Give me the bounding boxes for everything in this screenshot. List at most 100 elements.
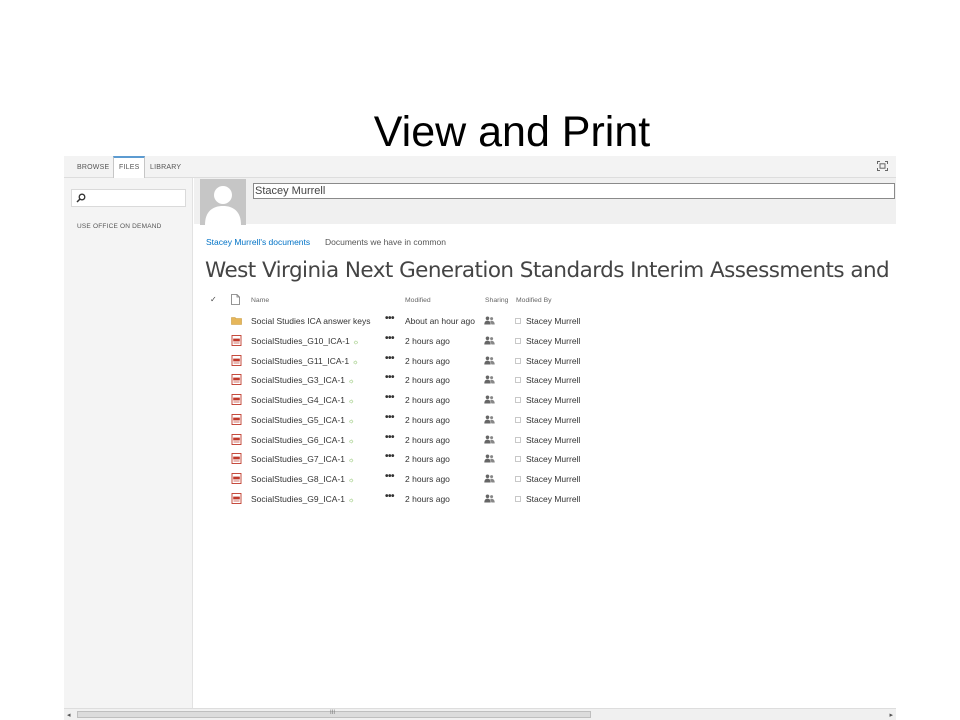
sharing-people-icon[interactable]	[484, 494, 495, 503]
sharing-people-icon[interactable]	[484, 474, 495, 483]
presence-indicator-icon	[515, 476, 521, 482]
presence-indicator-icon	[515, 456, 521, 463]
library-title: West Virginia Next Generation Standards …	[205, 258, 896, 283]
sharing-people-icon[interactable]	[484, 454, 495, 463]
scroll-left-arrow-icon[interactable]: ◂	[67, 711, 71, 719]
modified-by-link[interactable]: Stacey Murrell	[526, 435, 580, 445]
scrollbar-thumb[interactable]: III	[77, 710, 591, 718]
table-row[interactable]: Social Studies ICA answer keys ••• About a…	[64, 312, 896, 332]
scroll-right-arrow-icon[interactable]: ▸	[889, 711, 893, 719]
office-on-demand-link[interactable]: USE OFFICE ON DEMAND	[77, 223, 162, 230]
tab-library[interactable]: LIBRARY	[150, 156, 181, 178]
pdf-file-icon	[231, 473, 242, 484]
pdf-file-icon	[231, 433, 242, 445]
modified-time: 2 hours ago	[405, 395, 450, 405]
my-documents-link[interactable]: Stacey Murrell's documents	[206, 237, 310, 247]
table-row[interactable]: SocialStudies_G9_ICA-1 ☼ ••• 2 hours ago Sta…	[64, 490, 896, 510]
tab-files[interactable]: FILES	[113, 156, 146, 178]
file-name-link[interactable]: SocialStudies_G4_ICA-1 ☼	[251, 395, 354, 405]
sharing-people-icon[interactable]	[484, 316, 495, 325]
sharing-people-icon[interactable]	[484, 336, 495, 345]
file-name[interactable]: SocialStudies_G6_ICA-1	[251, 435, 345, 445]
modified-by-link[interactable]: Stacey Murrell	[526, 474, 580, 484]
file-name-link[interactable]: SocialStudies_G8_ICA-1 ☼	[251, 474, 354, 484]
new-item-icon: ☼	[348, 437, 355, 445]
file-name[interactable]: SocialStudies_G7_ICA-1	[251, 454, 345, 464]
column-header-sharing[interactable]: Sharing	[485, 297, 508, 304]
file-name[interactable]: SocialStudies_G8_ICA-1	[251, 474, 345, 484]
file-name[interactable]: SocialStudies_G4_ICA-1	[251, 395, 345, 405]
file-name[interactable]: Social Studies ICA answer keys	[251, 316, 371, 326]
sharing-people-icon[interactable]	[484, 435, 495, 444]
modified-by-link[interactable]: Stacey Murrell	[526, 494, 580, 504]
table-row[interactable]: SocialStudies_G5_ICA-1 ☼ ••• 2 hours ago Sta…	[64, 411, 896, 431]
modified-by-link[interactable]: Stacey Murrell	[526, 336, 580, 346]
person-avatar-icon[interactable]	[200, 179, 246, 225]
table-row[interactable]: SocialStudies_G8_ICA-1 ☼ ••• 2 hours ago Sta…	[64, 470, 896, 490]
select-all-checkmark[interactable]: ✓	[210, 295, 217, 304]
table-row[interactable]: SocialStudies_G10_ICA-1 ☼ ••• 2 hours ago St…	[64, 332, 896, 352]
file-name-link[interactable]: SocialStudies_G9_ICA-1 ☼	[251, 494, 354, 504]
item-menu-ellipsis-button[interactable]: •••	[385, 432, 395, 443]
presence-indicator-icon	[515, 495, 521, 502]
sharing-people-icon[interactable]	[484, 415, 495, 424]
table-row[interactable]: SocialStudies_G4_ICA-1 ☼ ••• 2 hours ago Sta…	[64, 391, 896, 411]
ribbon-bar: BROWSE FILES LIBRARY	[64, 156, 896, 178]
modified-by-link[interactable]: Stacey Murrell	[526, 356, 580, 366]
file-name-link[interactable]: Social Studies ICA answer keys	[251, 316, 371, 326]
column-header-modified[interactable]: Modified	[405, 297, 431, 304]
table-row[interactable]: SocialStudies_G11_ICA-1 ☼ ••• 2 hours ago St…	[64, 352, 896, 372]
item-menu-ellipsis-button[interactable]: •••	[385, 392, 395, 403]
pdf-file-icon	[231, 374, 242, 386]
modified-time: 2 hours ago	[405, 474, 450, 484]
pdf-file-icon	[231, 354, 242, 366]
file-name[interactable]: SocialStudies_G10_ICA-1	[251, 336, 350, 346]
file-name-link[interactable]: SocialStudies_G10_ICA-1 ☼	[251, 336, 359, 346]
column-header-name[interactable]: Name	[251, 297, 269, 304]
file-name-link[interactable]: SocialStudies_G5_ICA-1 ☼	[251, 415, 354, 425]
file-name-link[interactable]: SocialStudies_G3_ICA-1 ☼	[251, 375, 354, 385]
item-menu-ellipsis-button[interactable]: •••	[385, 491, 395, 502]
item-menu-ellipsis-button[interactable]: •••	[385, 451, 395, 462]
presence-indicator-icon	[515, 416, 521, 423]
item-menu-ellipsis-button[interactable]: •••	[385, 372, 395, 383]
horizontal-scrollbar[interactable]: ◂ III ▸	[64, 708, 896, 720]
modified-by-link[interactable]: Stacey Murrell	[526, 375, 580, 385]
item-menu-ellipsis-button[interactable]: •••	[385, 412, 395, 423]
search-input[interactable]	[71, 189, 186, 207]
file-name[interactable]: SocialStudies_G3_ICA-1	[251, 375, 345, 385]
focus-on-content-icon[interactable]	[877, 161, 888, 171]
file-name[interactable]: SocialStudies_G9_ICA-1	[251, 494, 345, 504]
modified-by-link[interactable]: Stacey Murrell	[526, 454, 580, 464]
pdf-file-icon	[231, 334, 242, 346]
file-name-link[interactable]: SocialStudies_G11_ICA-1 ☼	[251, 356, 359, 366]
item-menu-ellipsis-button[interactable]: •••	[385, 333, 395, 344]
sharing-people-icon[interactable]	[484, 356, 495, 365]
file-name[interactable]: SocialStudies_G11_ICA-1	[251, 356, 349, 366]
table-row[interactable]: SocialStudies_G3_ICA-1 ☼ ••• 2 hours ago Sta…	[64, 371, 896, 391]
sharing-people-icon[interactable]	[484, 395, 495, 404]
new-item-icon: ☼	[348, 398, 355, 405]
documents-in-common-link[interactable]: Documents we have in common	[325, 237, 446, 247]
table-row[interactable]: SocialStudies_G7_ICA-1 ☼ ••• 2 hours ago Sta…	[64, 450, 896, 470]
table-row[interactable]: SocialStudies_G6_ICA-1 ☼ ••• 2 hours ago Sta…	[64, 431, 896, 451]
modified-by-link[interactable]: Stacey Murrell	[526, 395, 580, 405]
presence-indicator-icon	[515, 436, 521, 443]
modified-by-link[interactable]: Stacey Murrell	[526, 415, 580, 425]
profile-header: Stacey Murrell	[194, 178, 896, 225]
item-menu-ellipsis-button[interactable]: •••	[385, 471, 395, 482]
item-menu-ellipsis-button[interactable]: •••	[385, 353, 395, 364]
sharing-people-icon[interactable]	[484, 375, 495, 384]
item-menu-ellipsis-button[interactable]: •••	[385, 313, 395, 324]
modified-by-link[interactable]: Stacey Murrell	[526, 316, 580, 326]
column-header-modified-by[interactable]: Modified By	[516, 297, 552, 304]
modified-time: 2 hours ago	[405, 493, 450, 504]
profile-name-field[interactable]: Stacey Murrell	[253, 183, 895, 199]
search-icon[interactable]	[76, 193, 86, 203]
pdf-file-icon	[231, 394, 242, 405]
file-name-link[interactable]: SocialStudies_G7_ICA-1 ☼	[251, 454, 354, 464]
file-name-link[interactable]: SocialStudies_G6_ICA-1 ☼	[251, 435, 354, 445]
new-item-icon: ☼	[348, 417, 355, 425]
tab-browse[interactable]: BROWSE	[77, 156, 109, 178]
file-name[interactable]: SocialStudies_G5_ICA-1	[251, 415, 345, 425]
